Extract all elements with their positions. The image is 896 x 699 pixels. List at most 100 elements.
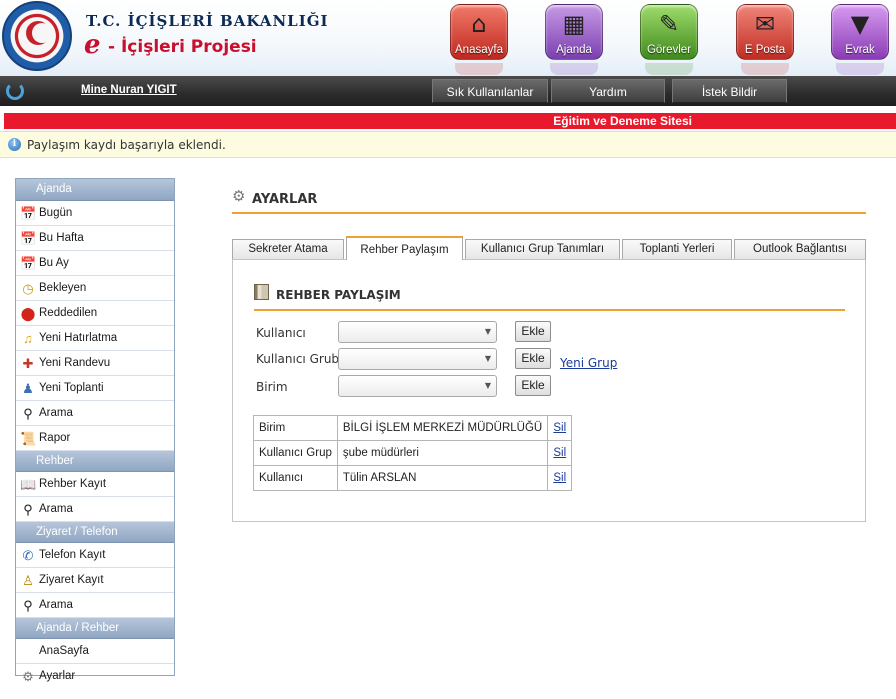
tab-kullanici-grup-tanimlari[interactable]: Kullanıcı Grup Tanımları (465, 239, 620, 259)
sidebar-section-ajanda: Ajanda (16, 179, 174, 201)
chevron-down-icon: ▼ (484, 354, 491, 363)
new-group-link[interactable]: Yeni Grup (560, 356, 617, 370)
sidebar-section-ajanda-rehber: Ajanda / Rehber (16, 618, 174, 639)
sidebar: Ajanda 📅 Bugün 📅 Bu Hafta 📅 Bu Ay ◷ Bekleyen… (15, 178, 175, 684)
tasks-icon: ✎ (658, 10, 680, 38)
add-birim-button[interactable]: Ekle (515, 375, 551, 396)
sidebar-item-bugun[interactable]: 📅 Bugün (16, 201, 174, 226)
sidebar-item-rehber-kayit[interactable]: 📖 Rehber Kayıt (16, 472, 174, 497)
info-icon: i (8, 138, 21, 151)
phone-add-icon: ✆ (22, 548, 34, 563)
table-row: Kullanıcı Grup şube müdürleri Sil (253, 440, 573, 466)
title-divider (232, 212, 866, 214)
site-banner: Eğitim ve Deneme Sitesi (4, 113, 896, 129)
search-icon: ⚲ (23, 598, 33, 613)
nav-mail-button[interactable]: ✉ E Posta (736, 4, 794, 75)
contact-add-icon: 📖 (20, 477, 37, 492)
calendar-icon: ▦ (562, 10, 586, 38)
page-title: AYARLAR (252, 192, 318, 207)
chevron-down-icon: ▼ (484, 381, 491, 390)
bell-add-icon: ♫ (23, 331, 33, 346)
sidebar-item-ayarlar[interactable]: ⚙ Ayarlar (16, 664, 174, 689)
kullanici-grubu-label: Kullanıcı Grubu (256, 352, 347, 366)
sidebar-item-yeni-toplanti[interactable]: ♟ Yeni Toplanti (16, 376, 174, 401)
nav-ajanda-label: Ajanda (556, 44, 592, 56)
refresh-icon[interactable] (6, 82, 24, 100)
sidebar-section-rehber: Rehber (16, 451, 174, 472)
add-kullanici-grubu-button[interactable]: Ekle (515, 348, 551, 369)
appointment-add-icon: ✚ (22, 356, 34, 371)
delete-link[interactable]: Sil (553, 422, 566, 434)
tab-rehber-paylasim[interactable]: Rehber Paylaşım (346, 236, 463, 260)
ministry-seal-logo (2, 1, 72, 71)
nav-home-button[interactable]: ⌂ Anasayfa (450, 4, 508, 75)
birim-label: Birim (256, 380, 288, 394)
sidebar-item-rapor[interactable]: 📜 Rapor (16, 426, 174, 451)
sidebar-item-rehber-arama[interactable]: ⚲ Arama (16, 497, 174, 522)
share-name: BİLGİ İŞLEM MERKEZİ MÜDÜRLÜĞÜ (336, 415, 549, 441)
stop-icon: ⬤ (20, 306, 36, 321)
sidebar-section-ziyaret-telefon: Ziyaret / Telefon (16, 522, 174, 543)
ministry-title: T.C. İÇİŞLERİ BAKANLIĞI (86, 12, 329, 30)
sidebar-item-bekleyen[interactable]: ◷ Bekleyen (16, 276, 174, 301)
document-icon: ▼ (850, 10, 870, 38)
sidebar-item-ziyaret-arama[interactable]: ⚲ Arama (16, 593, 174, 618)
home-icon: ⌂ (471, 10, 487, 38)
sidebar-item-bu-hafta[interactable]: 📅 Bu Hafta (16, 226, 174, 251)
delete-link[interactable]: Sil (553, 472, 566, 484)
kullanici-label: Kullanıcı (256, 326, 306, 340)
nav-ajanda-button[interactable]: ▦ Ajanda (545, 4, 603, 75)
share-type: Kullanıcı (253, 465, 338, 491)
info-message-text: Paylaşım kaydı başarıyla eklendi. (27, 138, 226, 152)
sidebar-item-ajanda-arama[interactable]: ⚲ Arama (16, 401, 174, 426)
crescent-icon (26, 21, 52, 45)
share-name: Tülin ARSLAN (336, 465, 549, 491)
user-name-link[interactable]: Mine Nuran YIGIT (81, 84, 177, 96)
sidebar-item-yeni-randevu[interactable]: ✚ Yeni Randevu (16, 351, 174, 376)
kullanici-select[interactable]: ▼ (338, 321, 497, 343)
birim-select[interactable]: ▼ (338, 375, 497, 397)
tab-sekreter-atama[interactable]: Sekreter Atama (232, 239, 344, 259)
calendar-month-icon: 📅 (20, 256, 37, 271)
sidebar-item-anasayfa[interactable]: AnaSayfa (16, 639, 174, 664)
book-icon (254, 284, 269, 300)
request-button[interactable]: İstek Bildir (672, 79, 787, 103)
top-navbar: Mine Nuran YIGIT Sık Kullanılanlar Yardı… (0, 76, 896, 106)
gear-icon: ⚙ (22, 669, 34, 684)
nav-tasks-label: Görevler (646, 44, 692, 56)
kullanici-grubu-select[interactable]: ▼ (338, 348, 497, 370)
nav-document-button[interactable]: ▼ Evrak (831, 4, 889, 75)
nav-mail-label: E Posta (744, 44, 786, 56)
calendar-day-icon: 📅 (20, 206, 37, 221)
sidebar-item-bu-ay[interactable]: 📅 Bu Ay (16, 251, 174, 276)
chevron-down-icon: ▼ (484, 327, 491, 336)
project-title: - İçişleri Projesi (108, 37, 257, 57)
tab-outlook-baglantisi[interactable]: Outlook Bağlantısı (734, 239, 866, 259)
nav-home-label: Anasayfa (455, 44, 503, 56)
section-divider (254, 309, 845, 311)
help-button[interactable]: Yardım (551, 79, 665, 103)
tab-toplanti-yerleri[interactable]: Toplanti Yerleri (622, 239, 732, 259)
header: T.C. İÇİŞLERİ BAKANLIĞI e - İçişleri Pro… (0, 0, 896, 76)
nav-document-label: Evrak (845, 44, 875, 56)
mail-icon: ✉ (754, 10, 776, 38)
sidebar-item-yeni-hatirlatma[interactable]: ♫ Yeni Hatırlatma (16, 326, 174, 351)
delete-link[interactable]: Sil (553, 447, 566, 459)
sidebar-item-reddedilen[interactable]: ⬤ Reddedilen (16, 301, 174, 326)
meeting-add-icon: ♟ (22, 381, 34, 396)
share-type: Birim (253, 415, 338, 441)
calendar-week-icon: 📅 (20, 231, 37, 246)
shares-table: Birim BİLGİ İŞLEM MERKEZİ MÜDÜRLÜĞÜ Sil … (253, 415, 573, 491)
nav-tasks-button[interactable]: ✎ Görevler (640, 4, 698, 75)
sidebar-item-ziyaret-kayit[interactable]: ♙ Ziyaret Kayıt (16, 568, 174, 593)
gear-icon: ⚙ (232, 187, 246, 205)
add-kullanici-button[interactable]: Ekle (515, 321, 551, 342)
search-icon: ⚲ (23, 502, 33, 517)
table-row: Kullanıcı Tülin ARSLAN Sil (253, 465, 573, 491)
section-title: REHBER PAYLAŞIM (276, 288, 401, 302)
sidebar-item-telefon-kayit[interactable]: ✆ Telefon Kayıt (16, 543, 174, 568)
report-icon: 📜 (20, 431, 37, 446)
share-type: Kullanıcı Grup (253, 440, 338, 466)
project-logo-e: e (84, 30, 101, 60)
favorites-button[interactable]: Sık Kullanılanlar (432, 79, 548, 103)
